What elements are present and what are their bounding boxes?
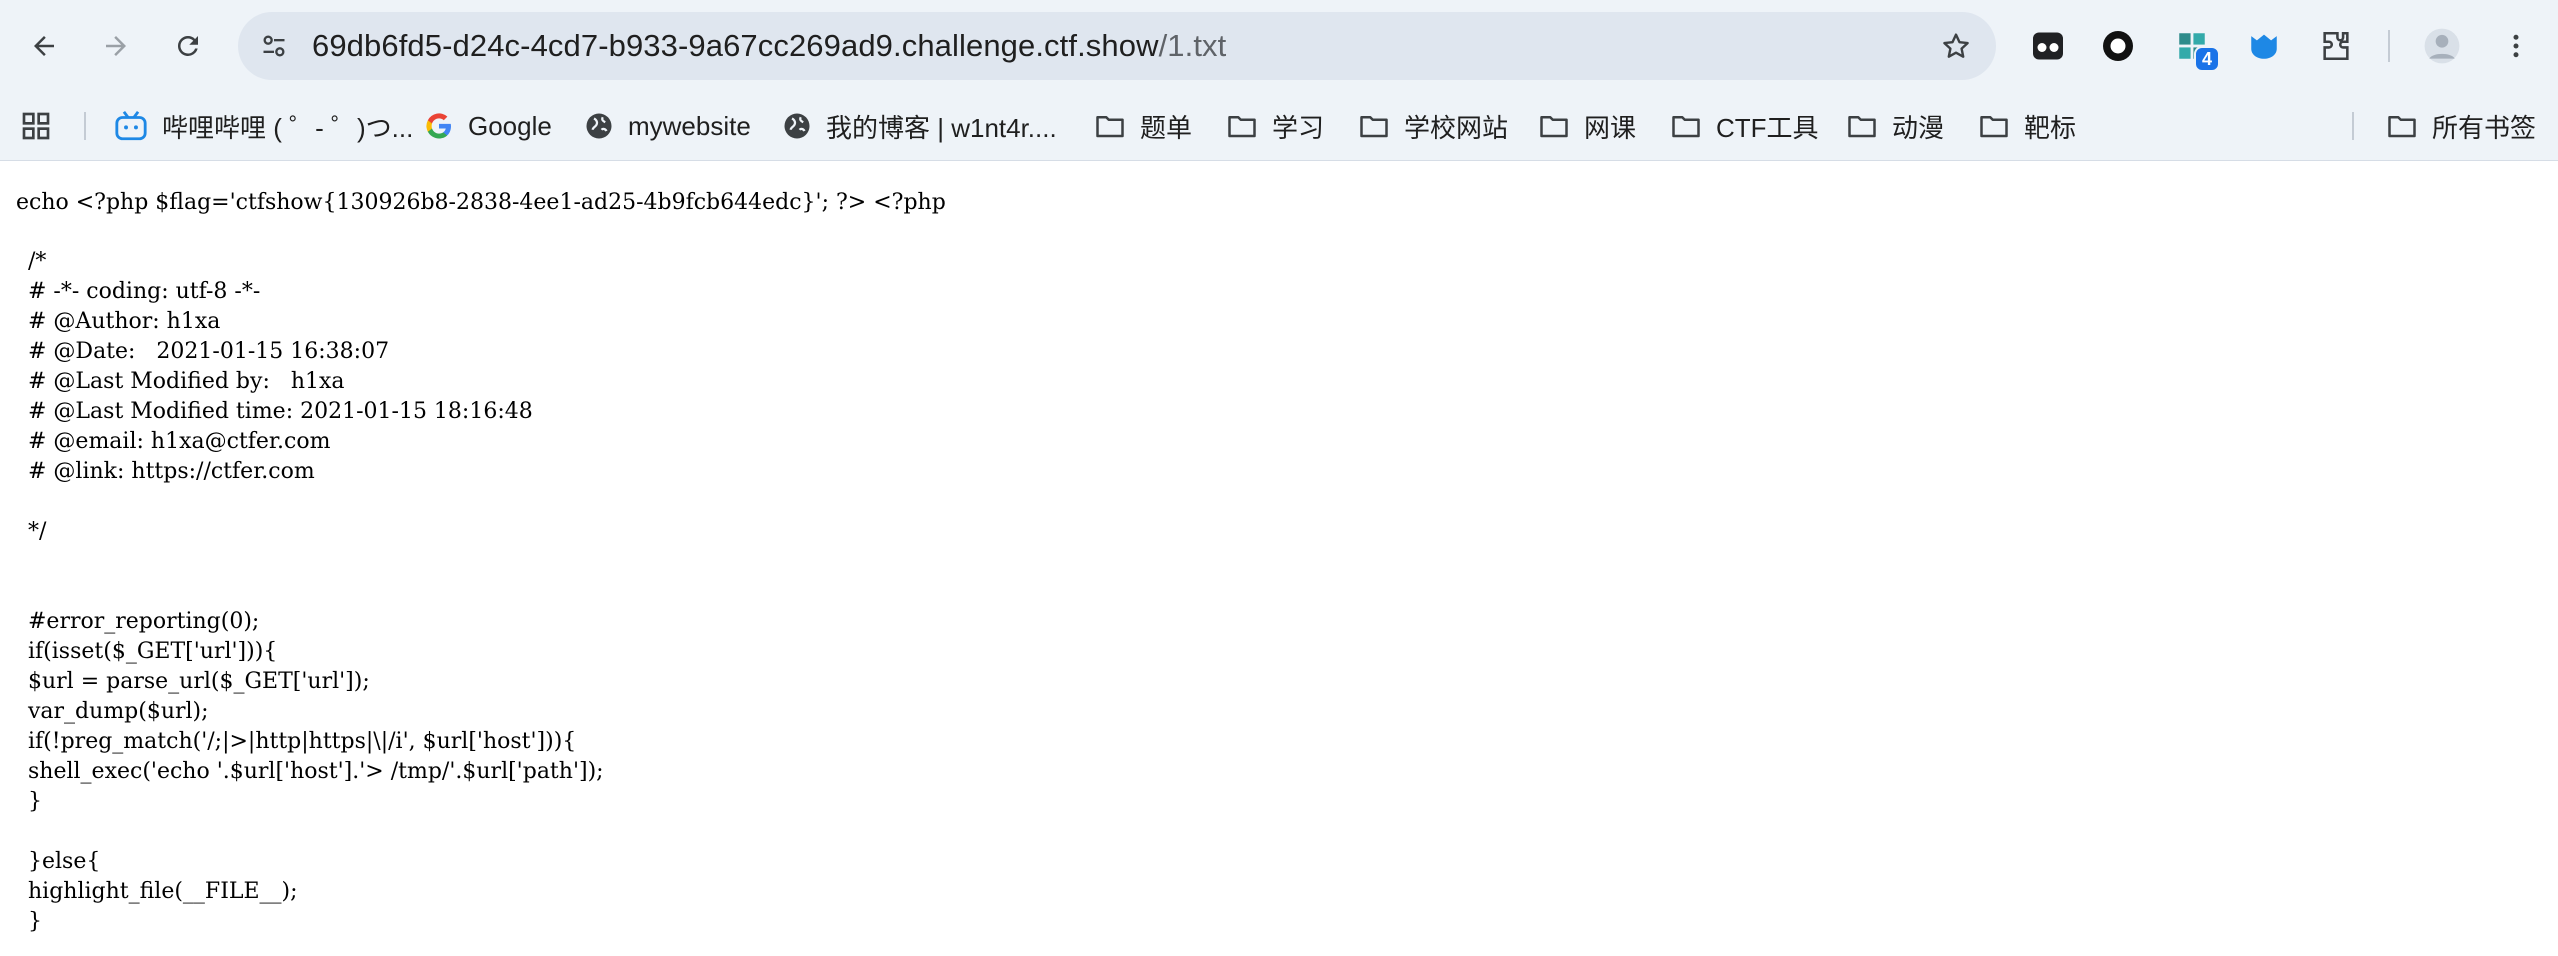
flag-echo-line: echo <?php $flag='ctfshow{130926b8-2838-…: [16, 190, 946, 215]
url-path: /1.txt: [1158, 28, 1227, 63]
folder-icon: [1848, 116, 1876, 138]
code-line: }else{: [28, 849, 101, 874]
code-line: if(isset($_GET['url'])){: [28, 639, 278, 664]
forward-icon: [106, 36, 126, 56]
code-line: var_dump($url);: [28, 699, 209, 724]
bookmark-folder-school[interactable]: 学校网站: [1358, 104, 1508, 148]
reload-icon: [177, 35, 198, 56]
folder-icon: [1672, 116, 1700, 138]
profile-button[interactable]: [2420, 24, 2464, 68]
code-line: if(!preg_match('/;|>|http|https|\|/i', $…: [28, 729, 577, 754]
menu-icon: [2513, 34, 2519, 58]
bookmark-label: 学习: [1272, 112, 1325, 143]
code-line: $url = parse_url($_GET['url']);: [28, 669, 370, 694]
bookmark-folder-ctf-tools[interactable]: CTF工具: [1670, 104, 1819, 148]
code-line: shell_exec('echo '.$url['host'].'> /tmp/…: [28, 759, 604, 784]
site-settings-icon[interactable]: [260, 32, 288, 60]
extension-button-1[interactable]: [2026, 24, 2070, 68]
code-line: # @link: https://ctfer.com: [28, 459, 315, 484]
back-icon: [34, 36, 54, 56]
bookmark-label: mywebsite: [628, 110, 751, 141]
bookmark-item-google[interactable]: Google: [424, 104, 552, 148]
browser-toolbar: 69db6fd5-d24c-4cd7-b933-9a67cc269ad9.cha…: [0, 0, 2558, 92]
bilibili-icon: [115, 110, 147, 141]
code-line: */: [28, 519, 47, 544]
extension-icon: [2033, 32, 2063, 60]
extension-icon: [2251, 34, 2277, 59]
url-text[interactable]: 69db6fd5-d24c-4cd7-b933-9a67cc269ad9.cha…: [312, 12, 1226, 80]
folder-icon: [1540, 116, 1568, 138]
toolbar-divider: [2388, 30, 2390, 62]
bookmark-item-bilibili[interactable]: 哔哩哔哩 ( ゜- ゜)つ...: [114, 104, 413, 148]
bookmark-item-mywebsite[interactable]: mywebsite: [584, 104, 751, 148]
bookmark-label: 学校网站: [1404, 112, 1509, 143]
apps-grid-icon: [22, 112, 50, 140]
globe-icon: [586, 113, 612, 139]
bookmark-label: 网课: [1584, 112, 1637, 143]
code-line: highlight_file(__FILE__);: [28, 879, 298, 904]
folder-icon: [1096, 116, 1124, 138]
folder-icon: [1980, 116, 2008, 138]
extension-button-3[interactable]: 4: [2170, 24, 2220, 72]
puzzle-icon: [2323, 31, 2349, 61]
code-line: }: [28, 909, 42, 934]
bookmark-label: 题单: [1140, 112, 1193, 143]
source-code: /* # -*- coding: utf-8 -*- # @Author: h1xa…: [28, 247, 604, 937]
bookmark-label: 我的博客 | w1nt4r....: [826, 112, 1057, 143]
all-bookmarks-label: 所有书签: [2432, 112, 2537, 143]
code-line: # @Last Modified time: 2021-01-15 18:16:…: [28, 399, 533, 424]
bookmarks-divider: [2352, 112, 2354, 140]
all-bookmarks-button[interactable]: 所有书签: [2386, 104, 2536, 148]
browser-chrome: 69db6fd5-d24c-4cd7-b933-9a67cc269ad9.cha…: [0, 0, 2558, 161]
back-button[interactable]: [20, 22, 68, 70]
globe-icon: [784, 113, 810, 139]
extensions-menu-button[interactable]: [2314, 24, 2358, 68]
folder-icon: [2388, 116, 2416, 138]
code-line: # -*- coding: utf-8 -*-: [28, 279, 261, 304]
bookmarks-divider: [84, 112, 86, 140]
bookmark-folder-tidan[interactable]: 题单: [1094, 104, 1192, 148]
code-line: /*: [28, 249, 47, 274]
code-line: #error_reporting(0);: [28, 609, 260, 634]
bookmark-label: 动漫: [1892, 112, 1945, 143]
folder-icon: [1360, 116, 1388, 138]
bookmark-folder-anime[interactable]: 动漫: [1846, 104, 1944, 148]
code-line: }: [28, 789, 42, 814]
bookmark-label: 哔哩哔哩 ( ゜- ゜)つ...: [162, 112, 414, 143]
code-line: # @Date: 2021-01-15 16:38:07: [28, 339, 390, 364]
code-line: # @Last Modified by: h1xa: [28, 369, 345, 394]
google-icon: [426, 113, 451, 139]
extension-badge: 4: [2193, 46, 2220, 72]
browser-menu-button[interactable]: [2494, 24, 2538, 68]
bookmark-folder-wangke[interactable]: 网课: [1538, 104, 1636, 148]
folder-icon: [1228, 116, 1256, 138]
star-icon[interactable]: [1940, 30, 1972, 62]
bookmark-label: Google: [468, 110, 552, 141]
apps-button[interactable]: [20, 104, 66, 148]
extension-button-2[interactable]: [2096, 24, 2140, 68]
bookmarks-bar: 哔哩哔哩 ( ゜- ゜)つ... Google mywebsite 我的博客 |…: [0, 92, 2558, 161]
code-line: # @Author: h1xa: [28, 309, 221, 334]
profile-icon: [2424, 28, 2460, 64]
code-line: # @email: h1xa@ctfer.com: [28, 429, 331, 454]
bookmark-label: 靶标: [2024, 112, 2077, 143]
extension-button-4[interactable]: [2242, 24, 2286, 68]
forward-button[interactable]: [92, 22, 140, 70]
address-bar[interactable]: 69db6fd5-d24c-4cd7-b933-9a67cc269ad9.cha…: [238, 12, 1996, 80]
extension-icon: [2103, 31, 2133, 61]
bookmark-item-blog[interactable]: 我的博客 | w1nt4r....: [782, 104, 1057, 148]
url-host: 69db6fd5-d24c-4cd7-b933-9a67cc269ad9.cha…: [312, 28, 1159, 63]
bookmark-folder-target[interactable]: 靶标: [1978, 104, 2076, 148]
bookmark-label: CTF工具: [1716, 112, 1819, 143]
reload-button[interactable]: [164, 22, 212, 70]
bookmark-folder-xuexi[interactable]: 学习: [1226, 104, 1324, 148]
